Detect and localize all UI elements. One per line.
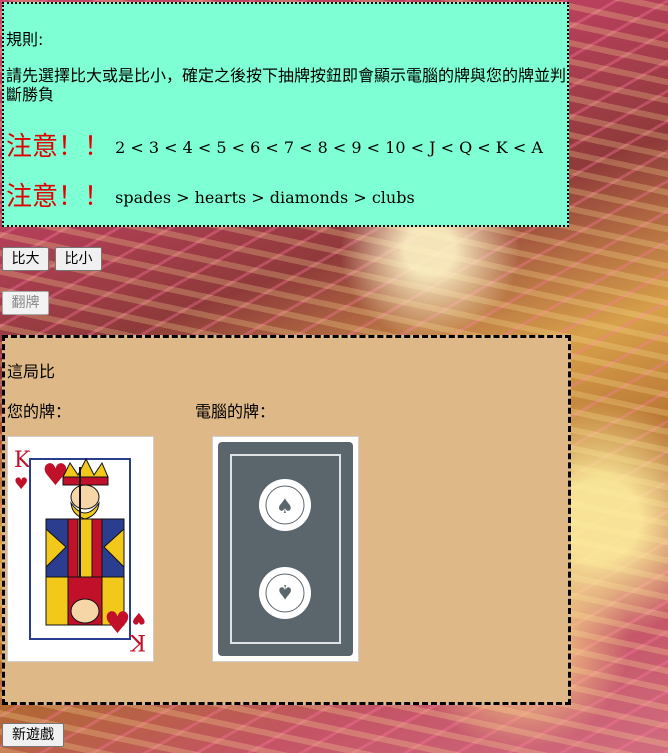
bigger-button[interactable]: 比大 bbox=[2, 247, 49, 271]
card-rank-top: K bbox=[14, 448, 31, 473]
your-card: K ♥ ♥ ♥ ♥ K bbox=[7, 436, 154, 662]
rules-title: 規則: bbox=[6, 30, 44, 49]
game-board: 這局比 您的牌： 電腦的牌： K ♥ ♥ ♥ ♥ K ♠ ♠ bbox=[2, 335, 571, 705]
smaller-button[interactable]: 比小 bbox=[55, 247, 102, 271]
warning-label: 注意！！ bbox=[6, 132, 111, 162]
suit-order-note: 注意！！ spades > hearts > diamonds > clubs bbox=[6, 176, 415, 213]
suit-order-text: spades > hearts > diamonds > clubs bbox=[115, 188, 415, 207]
new-game-button[interactable]: 新遊戲 bbox=[2, 723, 64, 747]
bridge-league-logo-top: ♠ bbox=[259, 479, 311, 531]
card-back: ♠ ♠ bbox=[213, 437, 358, 661]
bridge-league-logo-bottom: ♠ bbox=[259, 567, 311, 619]
your-card-label: 您的牌： bbox=[7, 402, 72, 421]
warning-label: 注意！！ bbox=[6, 182, 111, 212]
card-rank-bottom: K bbox=[129, 629, 146, 654]
king-of-hearts-card: K ♥ ♥ ♥ ♥ K bbox=[8, 437, 153, 661]
svg-text:♥: ♥ bbox=[132, 609, 146, 628]
computer-card: ♠ ♠ bbox=[212, 436, 359, 662]
round-label: 這局比 bbox=[7, 362, 56, 381]
svg-text:♠: ♠ bbox=[276, 580, 294, 604]
svg-text:♠: ♠ bbox=[276, 494, 294, 518]
rank-order-note: 注意！！ 2 < 3 < 4 < 5 < 6 < 7 < 8 < 9 < 10 … bbox=[6, 126, 543, 163]
flip-button[interactable]: 翻牌 bbox=[2, 291, 49, 315]
rules-panel: 規則: 請先選擇比大或是比小，確定之後按下抽牌按鈕即會顯示電腦的牌與您的牌並判斷… bbox=[2, 2, 569, 227]
rules-description: 請先選擇比大或是比小，確定之後按下抽牌按鈕即會顯示電腦的牌與您的牌並判斷勝負 bbox=[6, 66, 567, 104]
computer-card-label: 電腦的牌： bbox=[195, 402, 276, 421]
svg-text:♥: ♥ bbox=[14, 474, 28, 493]
rank-order-text: 2 < 3 < 4 < 5 < 6 < 7 < 8 < 9 < 10 < J <… bbox=[115, 138, 543, 157]
svg-text:♥: ♥ bbox=[104, 606, 131, 641]
